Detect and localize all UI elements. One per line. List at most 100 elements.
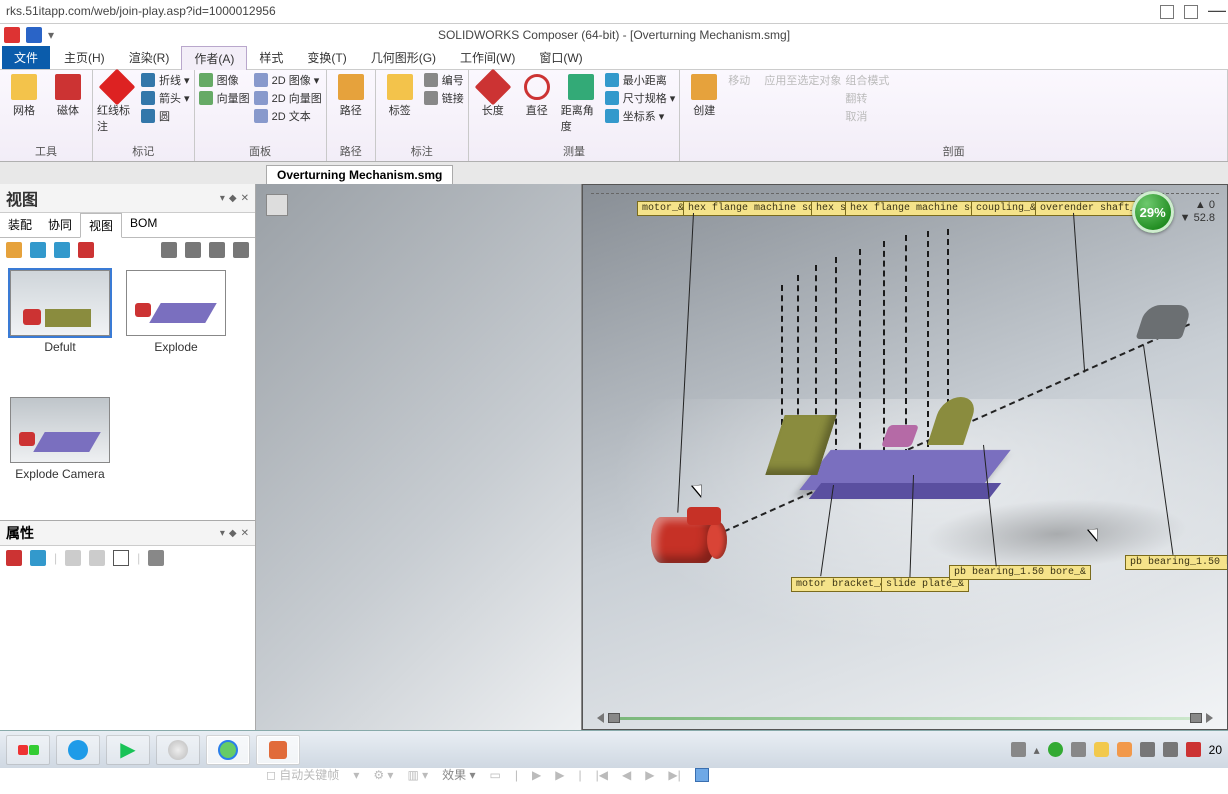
panel-pin-icon[interactable]: ◆: [229, 528, 237, 539]
task-app-2[interactable]: ▶: [106, 735, 150, 765]
effect-dropdown[interactable]: 效果 ▾: [442, 766, 475, 783]
dim-spec-button[interactable]: 尺寸规格 ▾: [605, 90, 676, 106]
tl-step-icon[interactable]: ▶: [645, 768, 654, 782]
path-button[interactable]: 路径: [331, 72, 371, 118]
scroll-thumb[interactable]: [608, 713, 620, 723]
task-recorder[interactable]: [256, 735, 300, 765]
tab-collab[interactable]: 协同: [40, 213, 80, 237]
tray-chevron-icon[interactable]: ▴: [1034, 743, 1040, 757]
menu-author[interactable]: 作者(A): [181, 46, 247, 70]
min-dist-button[interactable]: 最小距离: [605, 72, 676, 88]
minimize-icon[interactable]: —: [1208, 5, 1222, 19]
scroll-left-icon[interactable]: [597, 713, 604, 723]
grid-button[interactable]: 网格: [4, 72, 44, 118]
task-app-3[interactable]: [156, 735, 200, 765]
tree-viewport[interactable]: [256, 184, 582, 730]
panel-menu-icon[interactable]: ▾: [220, 193, 225, 204]
callout-pb2[interactable]: pb bearing_1.50 bo: [1125, 555, 1228, 570]
task-app-1[interactable]: [56, 735, 100, 765]
tl-icon[interactable]: ▥ ▾: [407, 768, 428, 782]
menu-style[interactable]: 样式: [247, 46, 295, 69]
menu-home[interactable]: 主页(H): [52, 46, 117, 69]
document-tab[interactable]: Overturning Mechanism.smg: [266, 165, 453, 184]
tl-icon[interactable]: ▾: [353, 768, 359, 782]
link-button[interactable]: 链接: [424, 90, 464, 106]
2d-text-button[interactable]: 2D 文本: [254, 108, 322, 124]
image-button[interactable]: 图像: [199, 72, 250, 88]
dist-angle-button[interactable]: 距离角度: [561, 72, 601, 134]
menu-render[interactable]: 渲染(R): [117, 46, 182, 69]
callout-shaft[interactable]: overender shaft_&: [1035, 201, 1147, 216]
callout-coupling[interactable]: coupling_&: [971, 201, 1041, 216]
timeline-current-marker[interactable]: [695, 768, 709, 782]
viewport-hscroll[interactable]: [597, 713, 1213, 723]
3d-viewport[interactable]: motor_& hex flange machine screw_am hex …: [582, 184, 1228, 730]
tl-step-icon[interactable]: ◀: [622, 768, 631, 782]
tl-play-icon[interactable]: ▶: [532, 768, 541, 782]
views-icon-3[interactable]: [54, 242, 70, 258]
delete-view-icon[interactable]: [78, 242, 94, 258]
redline-button[interactable]: 红线标注: [97, 72, 137, 134]
tray-shield2-icon[interactable]: [1117, 742, 1132, 757]
tray-flag-icon[interactable]: [1071, 742, 1086, 757]
menu-window[interactable]: 窗口(W): [527, 46, 594, 69]
menu-file[interactable]: 文件: [2, 46, 50, 69]
views-icon-a[interactable]: [161, 242, 177, 258]
tray-keyboard-icon[interactable]: [1011, 742, 1026, 757]
tab-bom[interactable]: BOM: [122, 213, 165, 237]
callout-pb1[interactable]: pb bearing_1.50 bore_&: [949, 565, 1091, 580]
restore-icon[interactable]: [1184, 5, 1198, 19]
views-icon-d[interactable]: [233, 242, 249, 258]
diameter-button[interactable]: 直径: [517, 72, 557, 118]
tl-step-icon[interactable]: |◀: [596, 768, 608, 782]
panel-close-icon[interactable]: ✕: [241, 528, 249, 539]
tray-volume-icon[interactable]: [1186, 742, 1201, 757]
panel-close-icon[interactable]: ✕: [241, 193, 249, 204]
view-thumb-explode-camera[interactable]: Explode Camera: [8, 397, 112, 512]
create-section-button[interactable]: 创建: [684, 72, 724, 118]
menu-transform[interactable]: 变换(T): [295, 46, 358, 69]
panel-menu-icon[interactable]: ▾: [220, 528, 225, 539]
vector-button[interactable]: 向量图: [199, 90, 250, 106]
menu-workshop[interactable]: 工作间(W): [448, 46, 527, 69]
menu-geometry[interactable]: 几何图形(G): [359, 46, 448, 69]
pin-icon[interactable]: [1160, 5, 1174, 19]
callout-motor-bracket[interactable]: motor bracket_&: [791, 577, 891, 592]
prop-icon-1[interactable]: [6, 550, 22, 566]
label-button[interactable]: 标签: [380, 72, 420, 118]
task-browser[interactable]: [206, 735, 250, 765]
tray-shield-icon[interactable]: [1094, 742, 1109, 757]
new-view-icon[interactable]: [6, 242, 22, 258]
2d-image-button[interactable]: 2D 图像 ▾: [254, 72, 322, 88]
views-icon-c[interactable]: [209, 242, 225, 258]
scroll-right-icon[interactable]: [1206, 713, 1213, 723]
prop-icon-6[interactable]: [148, 550, 164, 566]
polyline-button[interactable]: 折线 ▾: [141, 72, 190, 88]
magnet-button[interactable]: 磁体: [48, 72, 88, 118]
numbering-button[interactable]: 编号: [424, 72, 464, 88]
tree-home-icon[interactable]: [266, 194, 288, 216]
length-button[interactable]: 长度: [473, 72, 513, 118]
view-thumb-explode[interactable]: Explode: [124, 270, 228, 385]
start-button[interactable]: [6, 735, 50, 765]
prop-icon-5[interactable]: [113, 550, 129, 566]
tray-icon[interactable]: [1048, 742, 1063, 757]
prop-icon-4[interactable]: [89, 550, 105, 566]
tray-icon[interactable]: [1140, 742, 1155, 757]
view-thumb-default[interactable]: Defult: [8, 270, 112, 385]
circle-button[interactable]: 圆: [141, 108, 190, 124]
prop-icon-3[interactable]: [65, 550, 81, 566]
panel-pin-icon[interactable]: ◆: [229, 193, 237, 204]
prop-sort-icon[interactable]: [30, 550, 46, 566]
2d-vector-button[interactable]: 2D 向量图: [254, 90, 322, 106]
tab-views[interactable]: 视图: [80, 213, 122, 238]
coord-sys-button[interactable]: 坐标系 ▾: [605, 108, 676, 124]
update-view-icon[interactable]: [30, 242, 46, 258]
tl-play-icon[interactable]: ▶: [555, 768, 564, 782]
tray-clock[interactable]: 20: [1209, 743, 1222, 757]
tl-step-icon[interactable]: ▶|: [668, 768, 680, 782]
arrow-button[interactable]: 箭头 ▾: [141, 90, 190, 106]
callout-motor[interactable]: motor_&: [637, 201, 689, 216]
views-icon-b[interactable]: [185, 242, 201, 258]
scroll-thumb[interactable]: [1190, 713, 1202, 723]
